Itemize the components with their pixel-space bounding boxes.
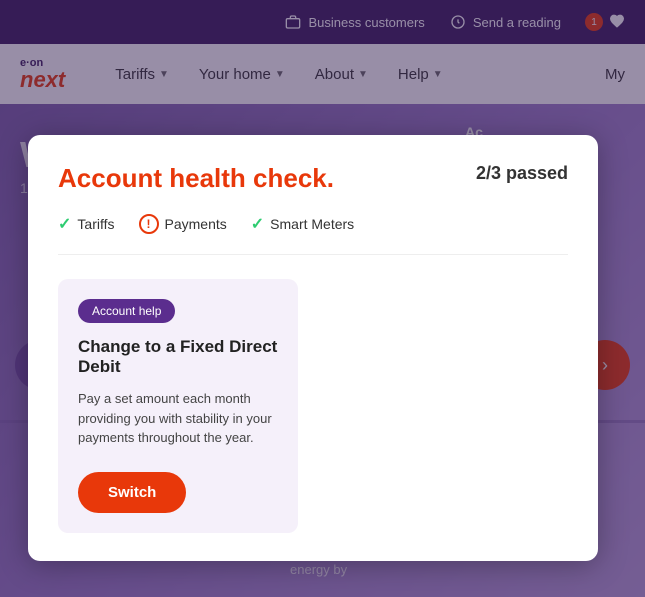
checkmark-icon: ✓ xyxy=(251,214,264,234)
card-title: Change to a Fixed Direct Debit xyxy=(78,337,278,377)
card-description: Pay a set amount each month providing yo… xyxy=(78,389,278,448)
check-payments: ! Payments xyxy=(139,214,227,234)
smart-meters-check-label: Smart Meters xyxy=(270,216,354,232)
account-health-modal: Account health check. 2/3 passed ✓ Tarif… xyxy=(28,135,598,561)
card-area: Account help Change to a Fixed Direct De… xyxy=(58,279,568,533)
check-smart-meters: ✓ Smart Meters xyxy=(251,214,354,234)
checks-row: ✓ Tariffs ! Payments ✓ Smart Meters xyxy=(58,214,568,255)
checkmark-icon: ✓ xyxy=(58,214,71,234)
account-help-card: Account help Change to a Fixed Direct De… xyxy=(58,279,298,533)
card-badge: Account help xyxy=(78,299,175,323)
passed-count: 2/3 passed xyxy=(476,163,568,184)
payments-check-label: Payments xyxy=(165,216,227,232)
modal-title: Account health check. xyxy=(58,163,334,194)
tariffs-check-label: Tariffs xyxy=(77,216,114,232)
warning-icon: ! xyxy=(139,214,159,234)
switch-button[interactable]: Switch xyxy=(78,472,186,513)
check-tariffs: ✓ Tariffs xyxy=(58,214,115,234)
modal-header: Account health check. 2/3 passed xyxy=(58,163,568,194)
